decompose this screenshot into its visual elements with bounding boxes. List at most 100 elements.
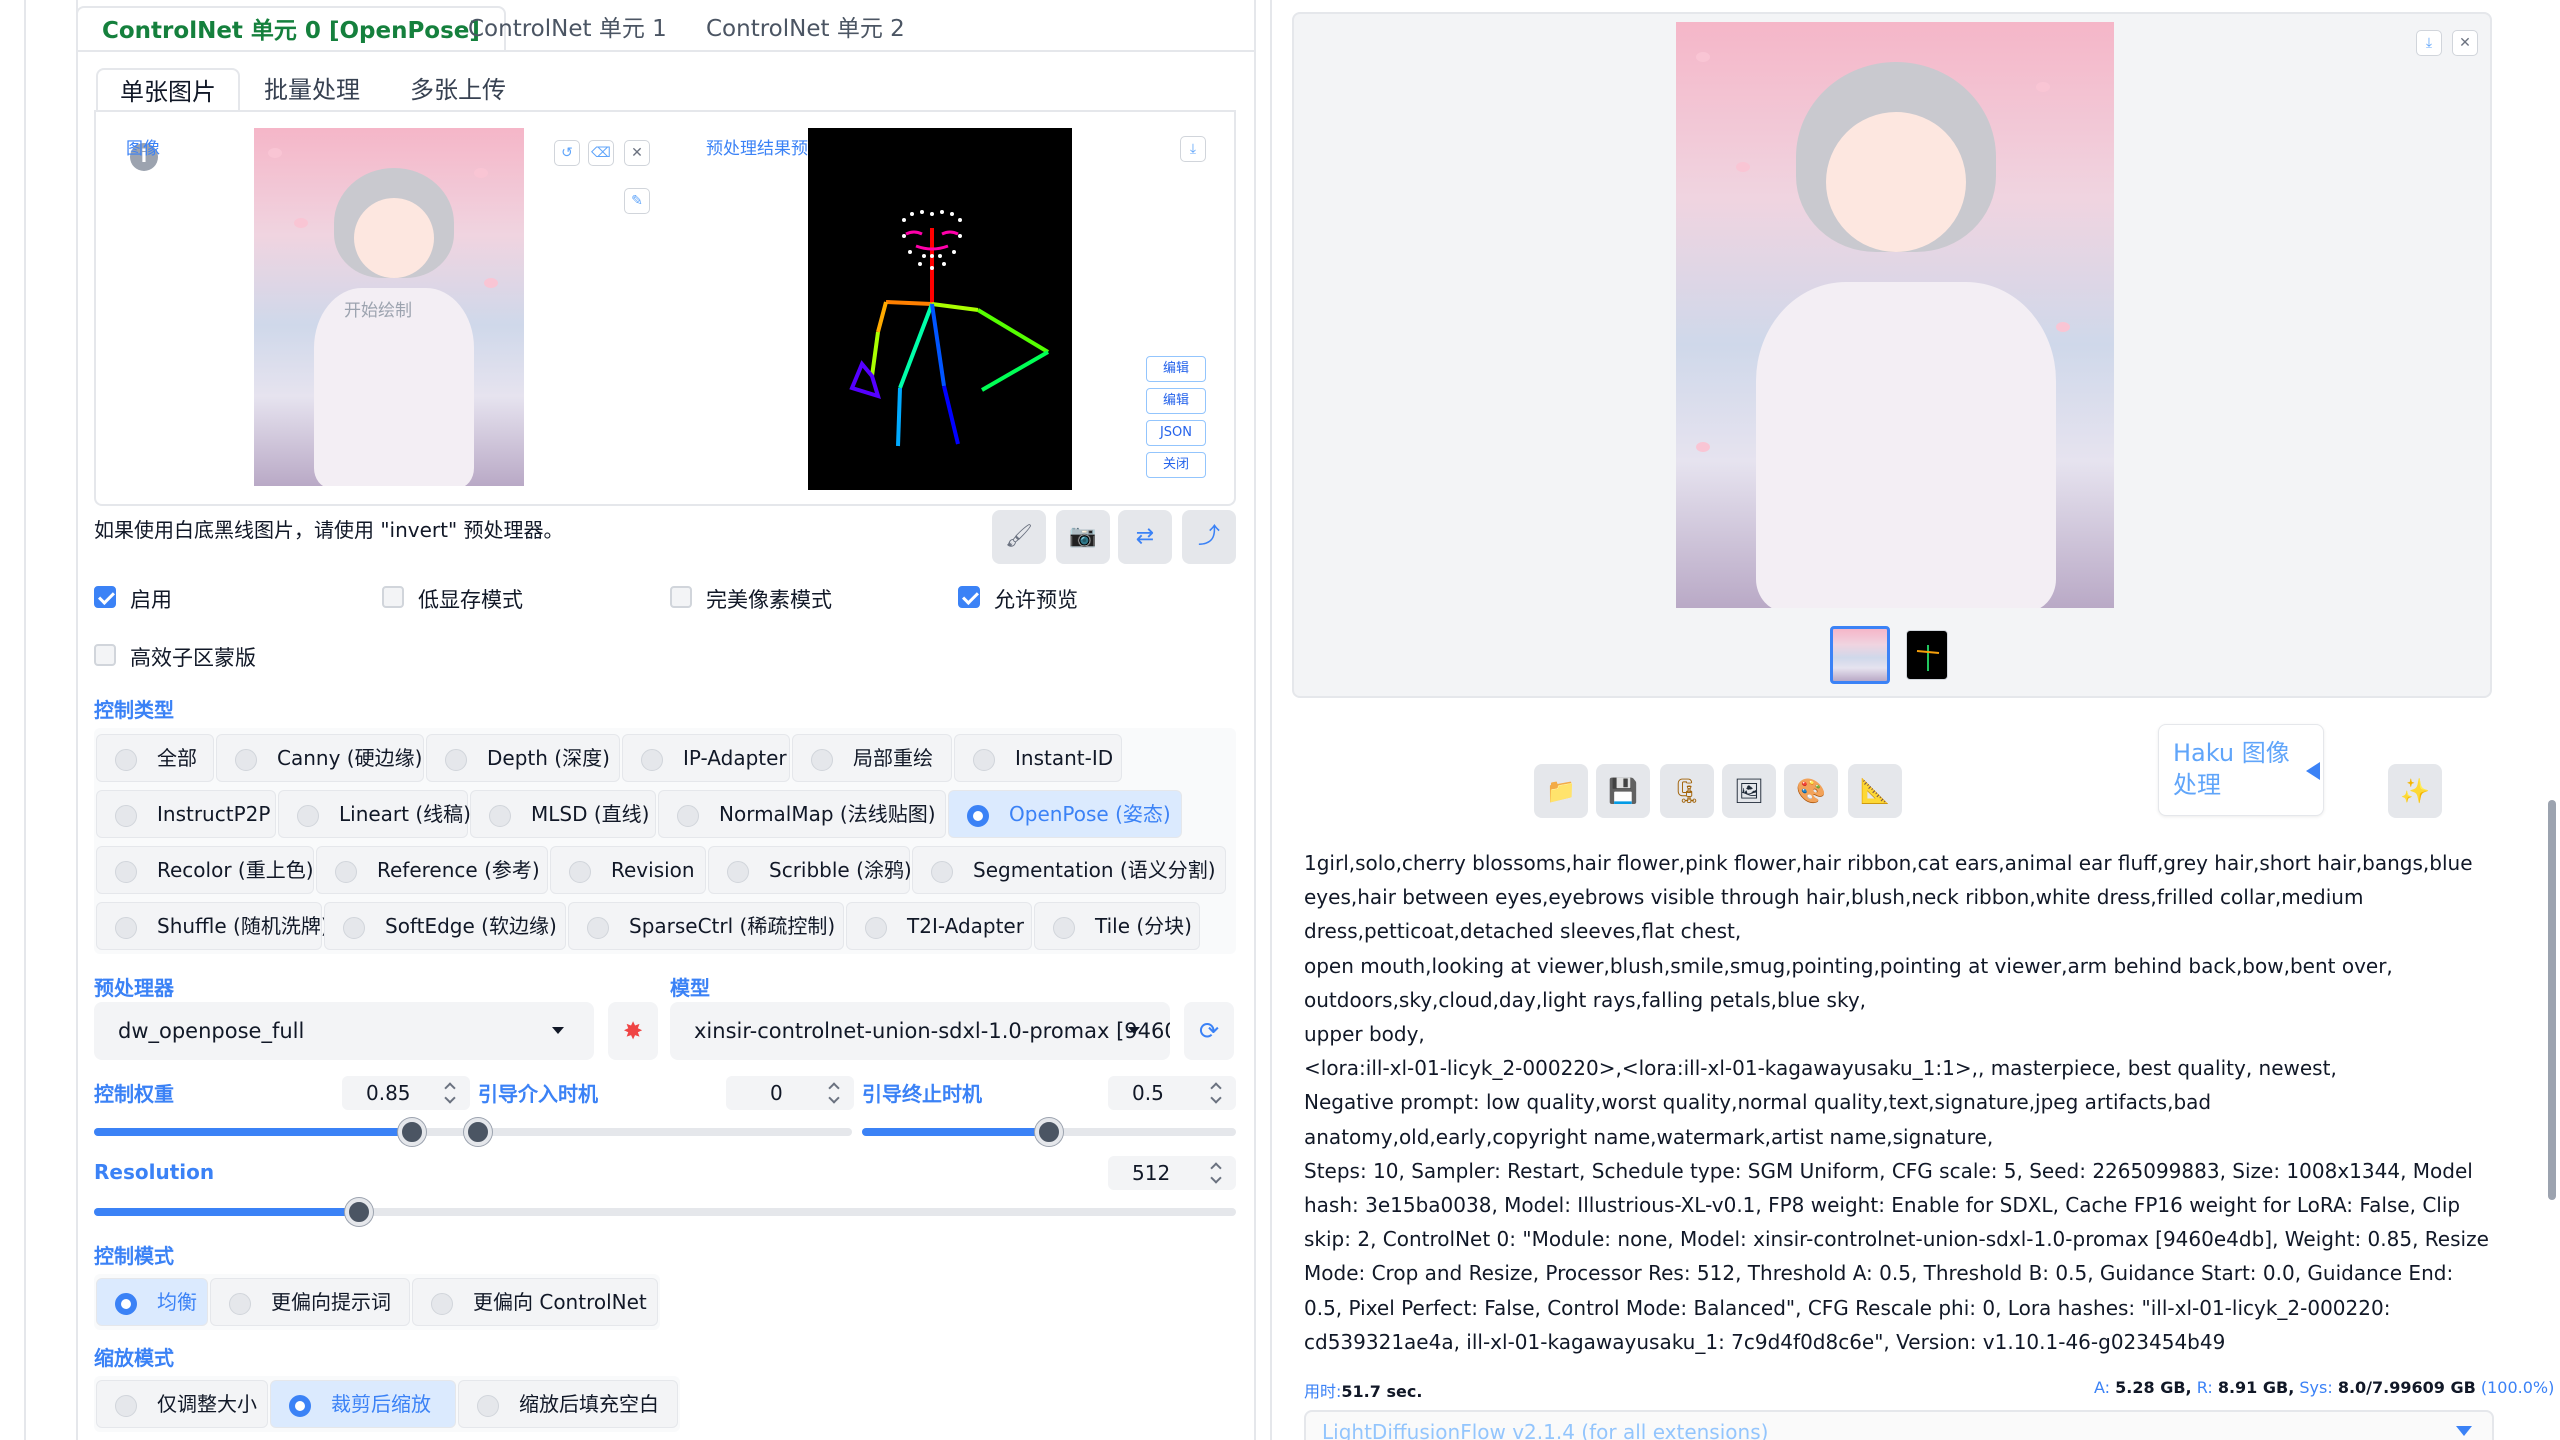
radio-prefer-controlnet[interactable]: 更偏向 ControlNet [412,1278,658,1326]
stepper-icon[interactable] [1212,1082,1222,1104]
tab-multi-upload[interactable]: 多张上传 [388,68,528,112]
guidance-end-value: 0.5 [1132,1081,1164,1105]
brush-icon[interactable]: ✎ [624,188,650,214]
radio-sparsectrl[interactable]: SparseCtrl (稀疏控制) [568,902,844,950]
guidance-end-input[interactable]: 0.5 [1108,1076,1236,1110]
tab-controlnet-unit-1[interactable]: ControlNet 单元 1 [444,6,691,52]
low-vram-checkbox[interactable] [382,586,404,608]
radio-prefer-prompt[interactable]: 更偏向提示词 [210,1278,410,1326]
radio-segmentation[interactable]: Segmentation (语义分割) [912,846,1226,894]
stepper-icon[interactable] [446,1082,456,1104]
send-size-icon[interactable]: ⤴ [1182,510,1236,564]
radio-softedge[interactable]: SoftEdge (软边缘) [324,902,566,950]
slider-thumb[interactable] [464,1118,492,1146]
control-weight-input[interactable]: 0.85 [342,1076,470,1110]
radio-normalmap[interactable]: NormalMap (法线贴图) [658,790,946,838]
radio-just-resize[interactable]: 仅调整大小 [96,1380,268,1428]
radio-openpose[interactable]: OpenPose (姿态) [948,790,1182,838]
guidance-start-slider[interactable] [464,1118,852,1146]
save-icon[interactable]: 💾 [1596,764,1650,818]
control-weight-value: 0.85 [366,1081,411,1105]
radio-scribble[interactable]: Scribble (涂鸦) [708,846,912,894]
zip-icon[interactable]: 🗜 [1660,764,1714,818]
radio-revision[interactable]: Revision [550,846,706,894]
guidance-end-slider[interactable] [862,1118,1236,1146]
radio-tile[interactable]: Tile (分块) [1034,902,1200,950]
radio-crop-resize[interactable]: 裁剪后缩放 [270,1380,456,1428]
gallery-thumb-2[interactable] [1906,630,1948,680]
send-extras-icon[interactable]: 📐 [1848,764,1902,818]
mem-sys-value: 8.0/7.99609 GB [2337,1378,2476,1397]
slider-thumb[interactable] [345,1198,373,1226]
edit-button-2[interactable]: 编辑 [1146,388,1206,414]
download-icon[interactable]: ⤓ [2416,30,2442,56]
radio-balanced[interactable]: 均衡 [96,1278,208,1326]
stepper-icon[interactable] [1212,1162,1222,1184]
undo-icon[interactable]: ↺ [554,140,580,166]
efficient-mask-label: 高效子区蒙版 [130,646,256,670]
control-weight-slider[interactable] [94,1118,468,1146]
camera-icon[interactable]: 📷 [1056,510,1110,564]
tab-batch[interactable]: 批量处理 [242,68,382,112]
pose-thumb-skeleton [1916,645,1940,671]
radio-lineart[interactable]: Lineart (线稿) [278,790,471,838]
close-icon[interactable]: ✕ [624,140,650,166]
close-icon[interactable]: ✕ [2452,30,2478,56]
radio-inpaint[interactable]: 局部重绘 [792,734,952,782]
resolution-slider[interactable] [94,1198,1236,1226]
gallery-thumb-1[interactable] [1830,626,1890,684]
run-preprocessor-icon[interactable]: ✸ [608,1002,658,1060]
radio-instructp2p[interactable]: InstructP2P [96,790,276,838]
pose-preview-image[interactable] [808,128,1072,490]
mem-a-label: A: [2094,1378,2111,1397]
guidance-start-input[interactable]: 0 [726,1076,854,1110]
paint-icon[interactable]: 🖌 [992,510,1046,564]
memory-stat: A: 5.28 GB, R: 8.91 GB, Sys: 8.0/7.99609… [2094,1378,2554,1397]
radio-shuffle[interactable]: Shuffle (随机洗牌) [96,902,329,950]
generation-params: Steps: 10, Sampler: Restart, Schedule ty… [1304,1158,2489,1354]
slider-thumb[interactable] [397,1118,426,1146]
slider-thumb[interactable] [1035,1118,1063,1146]
page-scrollbar[interactable] [2548,800,2556,1200]
radio-recolor[interactable]: Recolor (重上色) [96,846,314,894]
stepper-icon[interactable] [830,1082,840,1104]
radio-canny[interactable]: Canny (硬边缘) [216,734,424,782]
resolution-input[interactable]: 512 [1108,1156,1236,1190]
tab-controlnet-unit-2[interactable]: ControlNet 单元 2 [682,6,929,52]
time-stat: 用时:51.7 sec. [1304,1378,1422,1402]
output-image[interactable] [1676,22,2114,608]
lightdiffusionflow-accordion[interactable]: LightDiffusionFlow v2.1.4 (for all exten… [1304,1410,2494,1440]
eraser-icon[interactable]: ⌫ [588,140,614,166]
download-icon[interactable]: ⤓ [1180,136,1206,162]
allow-preview-checkbox[interactable] [958,586,980,608]
haku-image-button[interactable]: Haku 图像处理 [2158,724,2324,816]
send-img2img-icon[interactable]: 🖼 [1722,764,1776,818]
preprocessor-select[interactable]: dw_openpose_full [94,1002,594,1060]
close-button[interactable]: 关闭 [1146,452,1206,478]
radio-resize-fill[interactable]: 缩放后填充空白 [458,1380,678,1428]
model-label: 模型 [670,976,710,1000]
refresh-icon[interactable]: ⟳ [1184,1002,1234,1060]
json-button[interactable]: JSON [1146,420,1206,446]
radio-depth[interactable]: Depth (深度) [426,734,620,782]
efficient-mask-checkbox[interactable] [94,644,116,666]
chevron-down-icon[interactable] [2456,1426,2472,1436]
radio-reference[interactable]: Reference (参考) [316,846,548,894]
enable-checkbox[interactable] [94,586,116,608]
swap-icon[interactable]: ⇄ [1118,510,1172,564]
tab-single-image[interactable]: 单张图片 [96,68,240,112]
guidance-start-label: 引导介入时机 [478,1082,598,1106]
edit-button-1[interactable]: 编辑 [1146,356,1206,382]
radio-t2i-adapter[interactable]: T2I-Adapter [846,902,1032,950]
sparkle-icon[interactable]: ✨ [2388,764,2442,818]
radio-instant-id[interactable]: Instant-ID [954,734,1122,782]
send-inpaint-icon[interactable]: 🎨 [1784,764,1838,818]
radio-mlsd[interactable]: MLSD (直线) [470,790,656,838]
radio-all[interactable]: 全部 [96,734,214,782]
collapse-arrow-icon[interactable] [2306,762,2320,780]
model-select[interactable]: xinsir-controlnet-union-sdxl-1.0-promax … [670,1002,1170,1060]
pixel-perfect-checkbox[interactable] [670,586,692,608]
folder-icon[interactable]: 📁 [1534,764,1588,818]
radio-ip-adapter[interactable]: IP-Adapter [622,734,790,782]
tab-controlnet-unit-0[interactable]: ControlNet 单元 0 [OpenPose] [76,6,506,52]
